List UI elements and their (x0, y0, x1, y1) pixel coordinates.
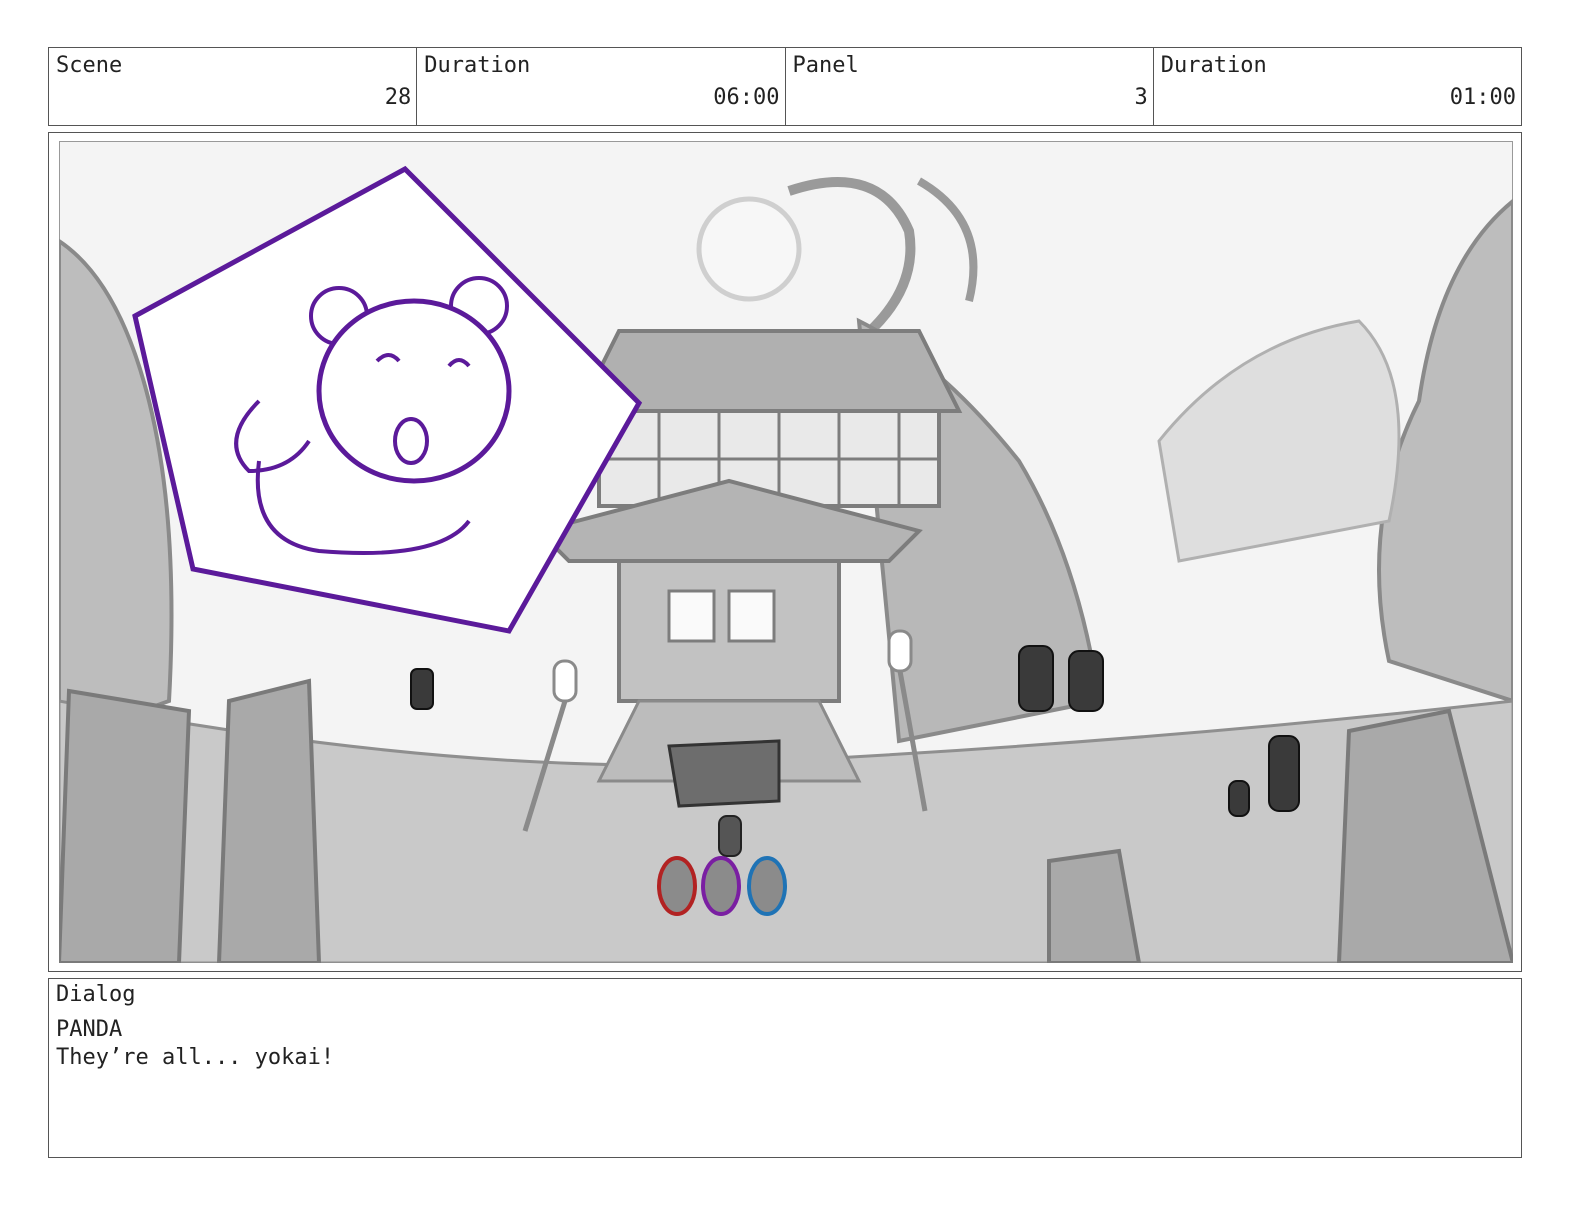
scene-duration-cell: Duration 06:00 (417, 48, 786, 125)
panel-cell: Panel 3 (786, 48, 1154, 125)
panel-duration-cell: Duration 01:00 (1154, 48, 1521, 125)
storyboard-panel (48, 132, 1522, 972)
dialog-box: Dialog PANDA They’re all... yokai! (48, 978, 1522, 1158)
panel-header: Scene 28 Duration 06:00 Panel 3 Duration… (48, 47, 1522, 126)
moon-icon (696, 196, 802, 302)
scene-label: Scene (56, 53, 123, 78)
dialog-label: Dialog (56, 982, 136, 1007)
scene-cell: Scene 28 (49, 48, 418, 125)
panel-label: Panel (792, 53, 859, 78)
scene-number: 28 (384, 85, 412, 110)
panel-number: 3 (1134, 85, 1148, 110)
panel-duration-value: 01:00 (1449, 85, 1516, 110)
dialog-line: They’re all... yokai! (56, 1045, 335, 1070)
panel-duration-label: Duration (1160, 53, 1267, 78)
storyboard-sketch (59, 141, 1513, 963)
scene-duration-label: Duration (424, 53, 531, 78)
dialog-speaker: PANDA (56, 1017, 123, 1042)
scene-duration-value: 06:00 (713, 85, 780, 110)
